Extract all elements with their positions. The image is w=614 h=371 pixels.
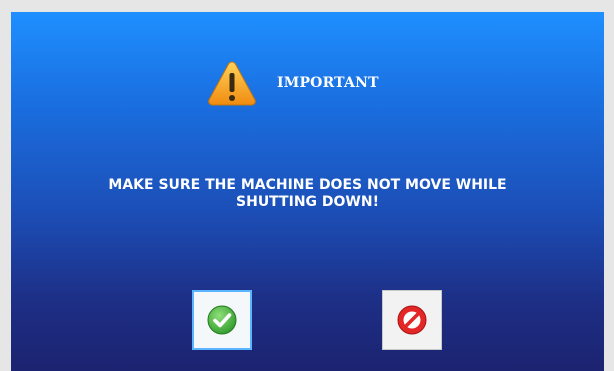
message-line-1: MAKE SURE THE MACHINE DOES NOT MOVE WHIL… [108,177,507,193]
warning-icon [208,61,256,106]
confirm-button[interactable] [192,290,252,350]
dialog-header: IMPORTANT [207,60,379,106]
dialog-title: IMPORTANT [277,75,379,91]
window-frame: IMPORTANT MAKE SURE THE MACHINE DOES NOT… [0,0,614,371]
cancel-button[interactable] [382,290,442,350]
check-icon [207,305,237,335]
shutdown-warning-dialog: IMPORTANT MAKE SURE THE MACHINE DOES NOT… [11,12,604,371]
prohibited-icon [397,305,427,335]
dialog-message: MAKE SURE THE MACHINE DOES NOT MOVE WHIL… [11,177,604,211]
message-line-2: SHUTTING DOWN! [236,194,379,210]
